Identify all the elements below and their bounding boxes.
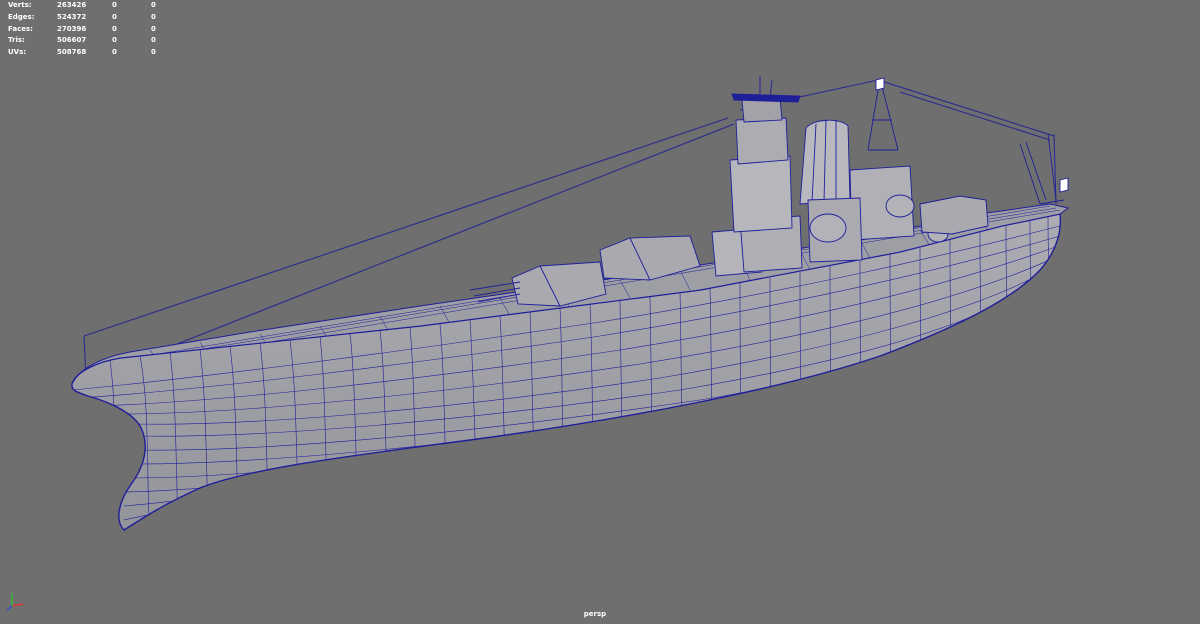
hull bbox=[71, 213, 1062, 531]
hud-row-uvs: UVs: 508768 0 0 bbox=[8, 48, 156, 57]
poly-count-hud: Verts: 263426 0 0 Edges: 524372 0 0 Face… bbox=[8, 0, 168, 59]
battleship-wireframe-model[interactable] bbox=[0, 0, 1200, 624]
hud-row-tris: Tris: 506607 0 0 bbox=[8, 36, 156, 45]
hud-row-edges: Edges: 524372 0 0 bbox=[8, 12, 156, 21]
hud-row-faces: Faces: 270396 0 0 bbox=[8, 24, 156, 33]
persp-viewport[interactable]: Verts: 263426 0 0 Edges: 524372 0 0 Face… bbox=[0, 0, 1200, 624]
xyz-axis-gizmo-icon bbox=[6, 593, 24, 611]
hud-row-verts: Verts: 263426 0 0 bbox=[8, 1, 156, 9]
camera-name-label: persp bbox=[583, 610, 607, 618]
